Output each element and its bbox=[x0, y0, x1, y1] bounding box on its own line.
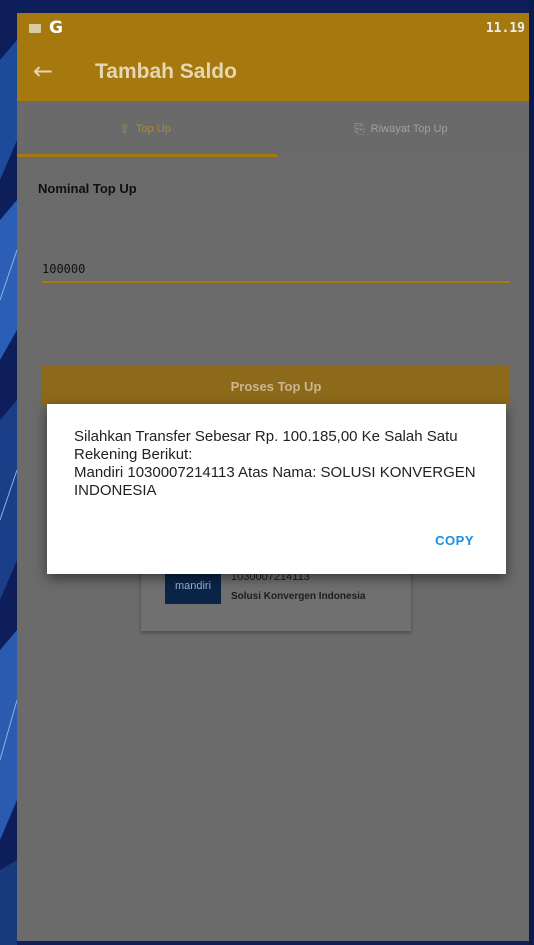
transfer-dialog: Silahkan Transfer Sebesar Rp. 100.185,00… bbox=[47, 404, 506, 574]
dialog-message: Silahkan Transfer Sebesar Rp. 100.185,00… bbox=[74, 428, 476, 499]
copy-button[interactable]: COPY bbox=[431, 531, 478, 550]
status-bar: G 11.19 bbox=[17, 13, 529, 45]
tab-top-up[interactable]: ⇪ Top Up bbox=[17, 101, 273, 157]
tab-label: Riwayat Top Up bbox=[370, 123, 448, 135]
history-icon: ⎘ bbox=[354, 121, 365, 136]
topup-icon: ⇪ bbox=[119, 121, 131, 136]
mail-icon bbox=[29, 23, 41, 33]
page-title: Tambah Saldo bbox=[95, 60, 237, 83]
nominal-input[interactable] bbox=[42, 257, 510, 283]
arrow-left-icon[interactable]: ← bbox=[33, 57, 53, 85]
tab-bar: ⇪ Top Up ⎘ Riwayat Top Up bbox=[17, 101, 529, 157]
tab-indicator bbox=[17, 154, 277, 157]
proses-top-up-button[interactable]: Proses Top Up bbox=[42, 366, 510, 406]
app-bar: ← Tambah Saldo bbox=[17, 45, 529, 101]
tab-label: Top Up bbox=[136, 123, 171, 135]
bank-account-name: Solusi Konvergen Indonesia bbox=[231, 591, 366, 602]
tab-riwayat-top-up[interactable]: ⎘ Riwayat Top Up bbox=[273, 101, 529, 157]
status-icons: G bbox=[29, 18, 63, 38]
google-icon: G bbox=[49, 18, 63, 38]
app-window: G 11.19 ← Tambah Saldo ⇪ Top Up ⎘ Riwaya… bbox=[17, 13, 529, 941]
nominal-label: Nominal Top Up bbox=[38, 181, 137, 196]
status-time: 11.19 bbox=[485, 21, 525, 36]
